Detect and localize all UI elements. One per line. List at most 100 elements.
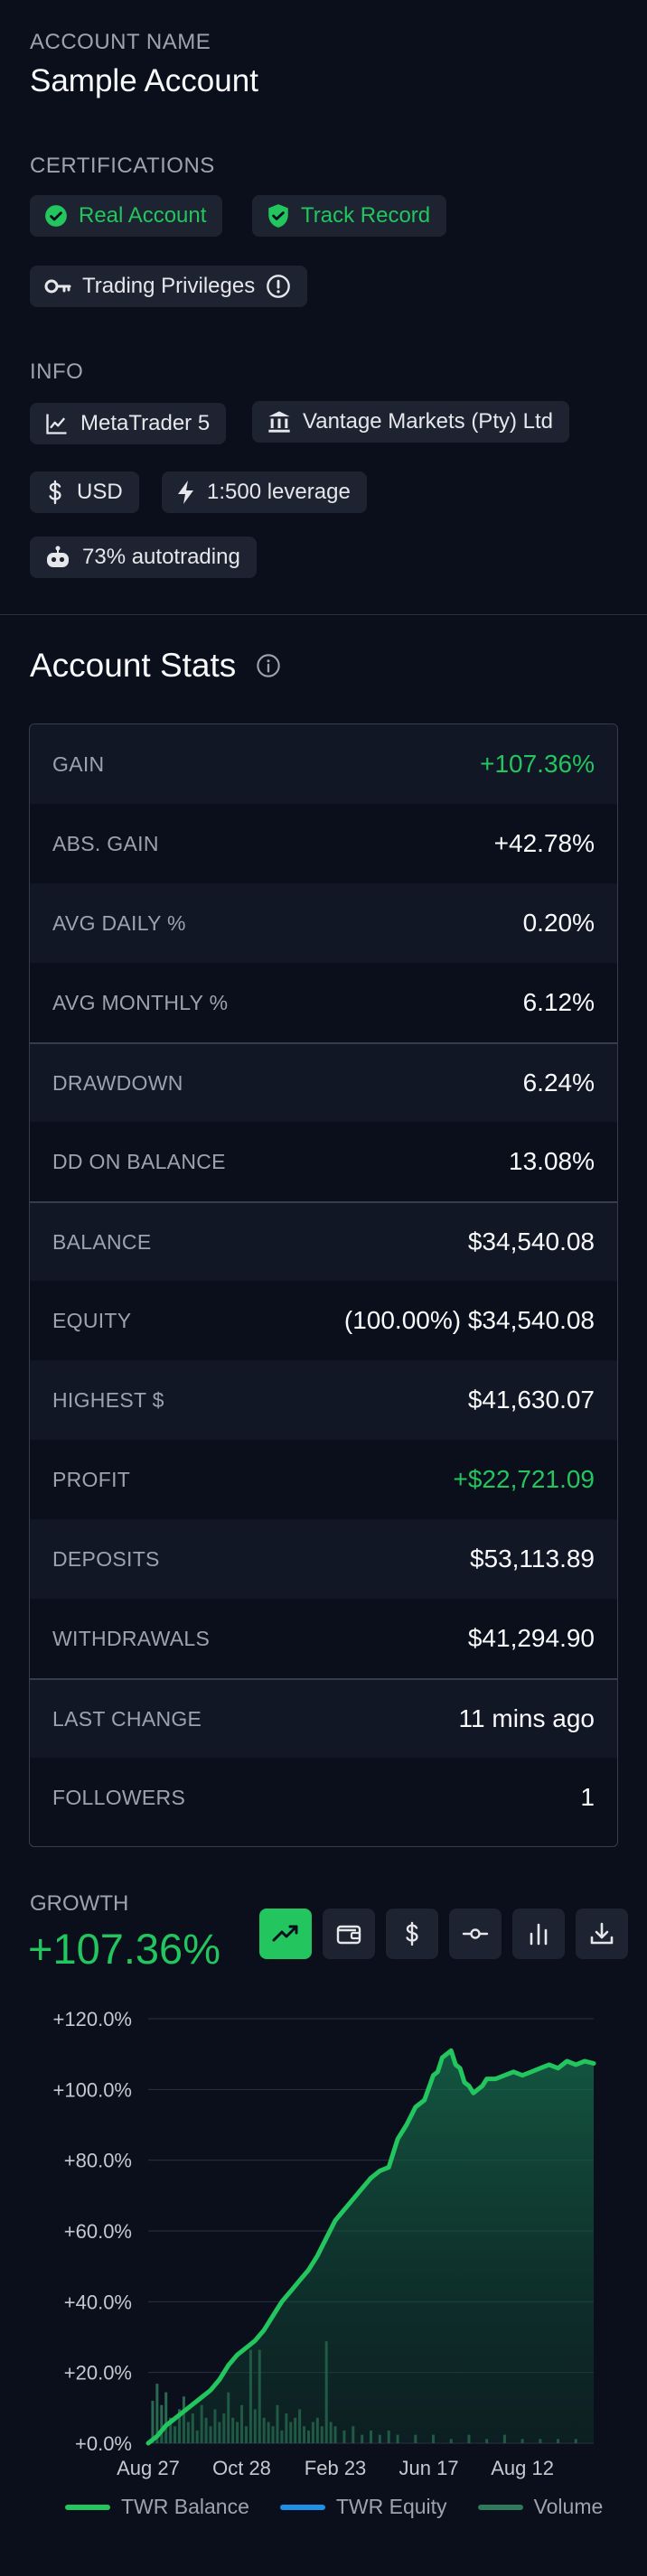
stat-key: DEPOSITS [52, 1546, 160, 1571]
download-button[interactable] [576, 1909, 628, 1959]
trading-privileges-text: Trading Privileges [82, 274, 256, 298]
autotrading-text: 73% autotrading [82, 545, 240, 569]
y-tick-label: +20.0% [64, 2362, 132, 2385]
stat-row-deposits: DEPOSITS $53,113.89 [30, 1519, 617, 1599]
stat-value: +107.36% [480, 750, 595, 778]
stat-row-profit: PROFIT +$22,721.09 [30, 1440, 617, 1519]
stats-view-button[interactable] [512, 1909, 565, 1959]
legend-swatch-equity [279, 2504, 325, 2510]
stat-key: WITHDRAWALS [52, 1626, 211, 1650]
track-record-badge: Track Record [252, 195, 447, 237]
key-icon [44, 279, 71, 294]
section-divider [0, 614, 647, 615]
platform-badge: MetaTrader 5 [30, 403, 227, 444]
account-stats-header: Account Stats [30, 647, 281, 685]
growth-value: +107.36% [28, 1925, 220, 1973]
trend-icon [272, 1925, 298, 1942]
platform-text: MetaTrader 5 [80, 411, 211, 435]
account-name: Sample Account [30, 63, 258, 98]
stat-row-abs-gain: ABS. GAIN +42.78% [30, 804, 617, 883]
x-tick-label: Oct 28 [212, 2457, 271, 2479]
stat-value: 0.20% [522, 909, 595, 937]
stat-row-balance: BALANCE $34,540.08 [30, 1201, 617, 1281]
currency-text: USD [77, 480, 123, 504]
stat-value: 1 [580, 1783, 595, 1811]
dollar-icon [406, 1921, 418, 1946]
growth-chart[interactable]: +0.0% +20.0% +40.0% +60.0% +80.0% +100.0% +120… [0, 1996, 647, 2502]
wallet-icon [336, 1925, 361, 1945]
legend-label-equity: TWR Equity [335, 2495, 447, 2518]
real-account-badge: Real Account [30, 195, 223, 237]
stat-key: EQUITY [52, 1308, 132, 1332]
stat-value: 11 mins ago [458, 1704, 595, 1732]
account-stats-table: GAIN +107.36% ABS. GAIN +42.78% AVG DAILY … [29, 723, 618, 1847]
x-tick-label: Jun 17 [399, 2457, 459, 2479]
lightning-icon [178, 481, 193, 504]
stat-key: DRAWDOWN [52, 1070, 183, 1095]
y-tick-label: +120.0% [53, 2008, 132, 2030]
stat-key: BALANCE [52, 1229, 152, 1254]
certifications-label: CERTIFICATIONS [30, 154, 215, 178]
stat-value: 13.08% [509, 1147, 595, 1175]
info-label: INFO [30, 359, 84, 384]
stat-row-highest: HIGHEST $ $41,630.07 [30, 1360, 617, 1440]
stat-value: +42.78% [493, 829, 595, 857]
stat-value: $34,540.08 [467, 1227, 595, 1255]
stat-key: PROFIT [52, 1467, 131, 1491]
x-tick-label: Feb 23 [305, 2457, 367, 2479]
stat-value: $53,113.89 [469, 1545, 595, 1573]
stat-key: FOLLOWERS [52, 1785, 186, 1809]
stat-row-dd-on-balance: DD ON BALANCE 13.08% [30, 1122, 617, 1201]
legend-item-volume[interactable]: Volume [477, 2495, 604, 2519]
stat-row-gain: GAIN +107.36% [30, 724, 617, 804]
stat-row-followers: FOLLOWERS 1 [30, 1758, 617, 1837]
profit-view-button[interactable] [386, 1909, 438, 1959]
stat-value: $41,294.90 [467, 1624, 595, 1652]
legend-label-volume: Volume [533, 2495, 604, 2518]
alert-circle-icon[interactable] [266, 274, 291, 299]
x-tick-label: Aug 12 [491, 2457, 554, 2479]
real-account-text: Real Account [79, 203, 207, 228]
stat-key: HIGHEST $ [52, 1387, 164, 1412]
account-stats-title: Account Stats [30, 647, 237, 684]
stat-key: GAIN [52, 751, 105, 776]
broker-badge: Vantage Markets (Pty) Ltd [252, 401, 570, 443]
stat-row-last-change: LAST CHANGE 11 mins ago [30, 1678, 617, 1758]
broker-text: Vantage Markets (Pty) Ltd [303, 409, 554, 434]
stat-row-equity: EQUITY (100.00%) $34,540.08 [30, 1281, 617, 1360]
stat-row-drawdown: DRAWDOWN 6.24% [30, 1042, 617, 1122]
stat-key: AVG MONTHLY % [52, 990, 229, 1014]
trades-view-button[interactable] [449, 1909, 502, 1959]
growth-label: GROWTH [30, 1891, 129, 1916]
bank-icon [268, 411, 290, 433]
account-name-label: ACCOUNT NAME [30, 30, 211, 54]
leverage-badge: 1:500 leverage [162, 471, 367, 513]
balance-view-button[interactable] [323, 1909, 375, 1959]
legend-swatch-balance [65, 2504, 110, 2510]
legend-item-balance[interactable]: TWR Balance [65, 2495, 249, 2519]
legend-swatch-volume [477, 2504, 523, 2510]
stat-row-withdrawals: WITHDRAWALS $41,294.90 [30, 1599, 617, 1678]
legend-label-balance: TWR Balance [121, 2495, 249, 2518]
track-record-text: Track Record [301, 203, 431, 228]
currency-badge: USD [30, 471, 139, 513]
check-circle-icon [45, 205, 67, 227]
info-icon[interactable] [256, 653, 281, 678]
download-icon [590, 1922, 614, 1945]
chart-legend: TWR Balance TWR Equity Volume [65, 2495, 603, 2519]
stat-row-avg-daily: AVG DAILY % 0.20% [30, 883, 617, 963]
robot-icon [47, 546, 69, 567]
stat-key: ABS. GAIN [52, 831, 159, 855]
stat-row-avg-monthly: AVG MONTHLY % 6.12% [30, 963, 617, 1042]
y-tick-label: +40.0% [64, 2291, 132, 2313]
stat-value: (100.00%) $34,540.08 [343, 1306, 595, 1334]
stat-value: 6.24% [522, 1069, 595, 1097]
growth-view-button[interactable] [259, 1909, 312, 1959]
legend-item-equity[interactable]: TWR Equity [279, 2495, 447, 2519]
x-tick-label: Aug 27 [117, 2457, 180, 2479]
stat-value: $41,630.07 [467, 1386, 595, 1414]
trading-privileges-badge[interactable]: Trading Privileges [30, 266, 308, 307]
y-tick-label: +80.0% [64, 2150, 132, 2172]
y-tick-label: +0.0% [75, 2432, 132, 2455]
y-tick-label: +60.0% [64, 2220, 132, 2243]
